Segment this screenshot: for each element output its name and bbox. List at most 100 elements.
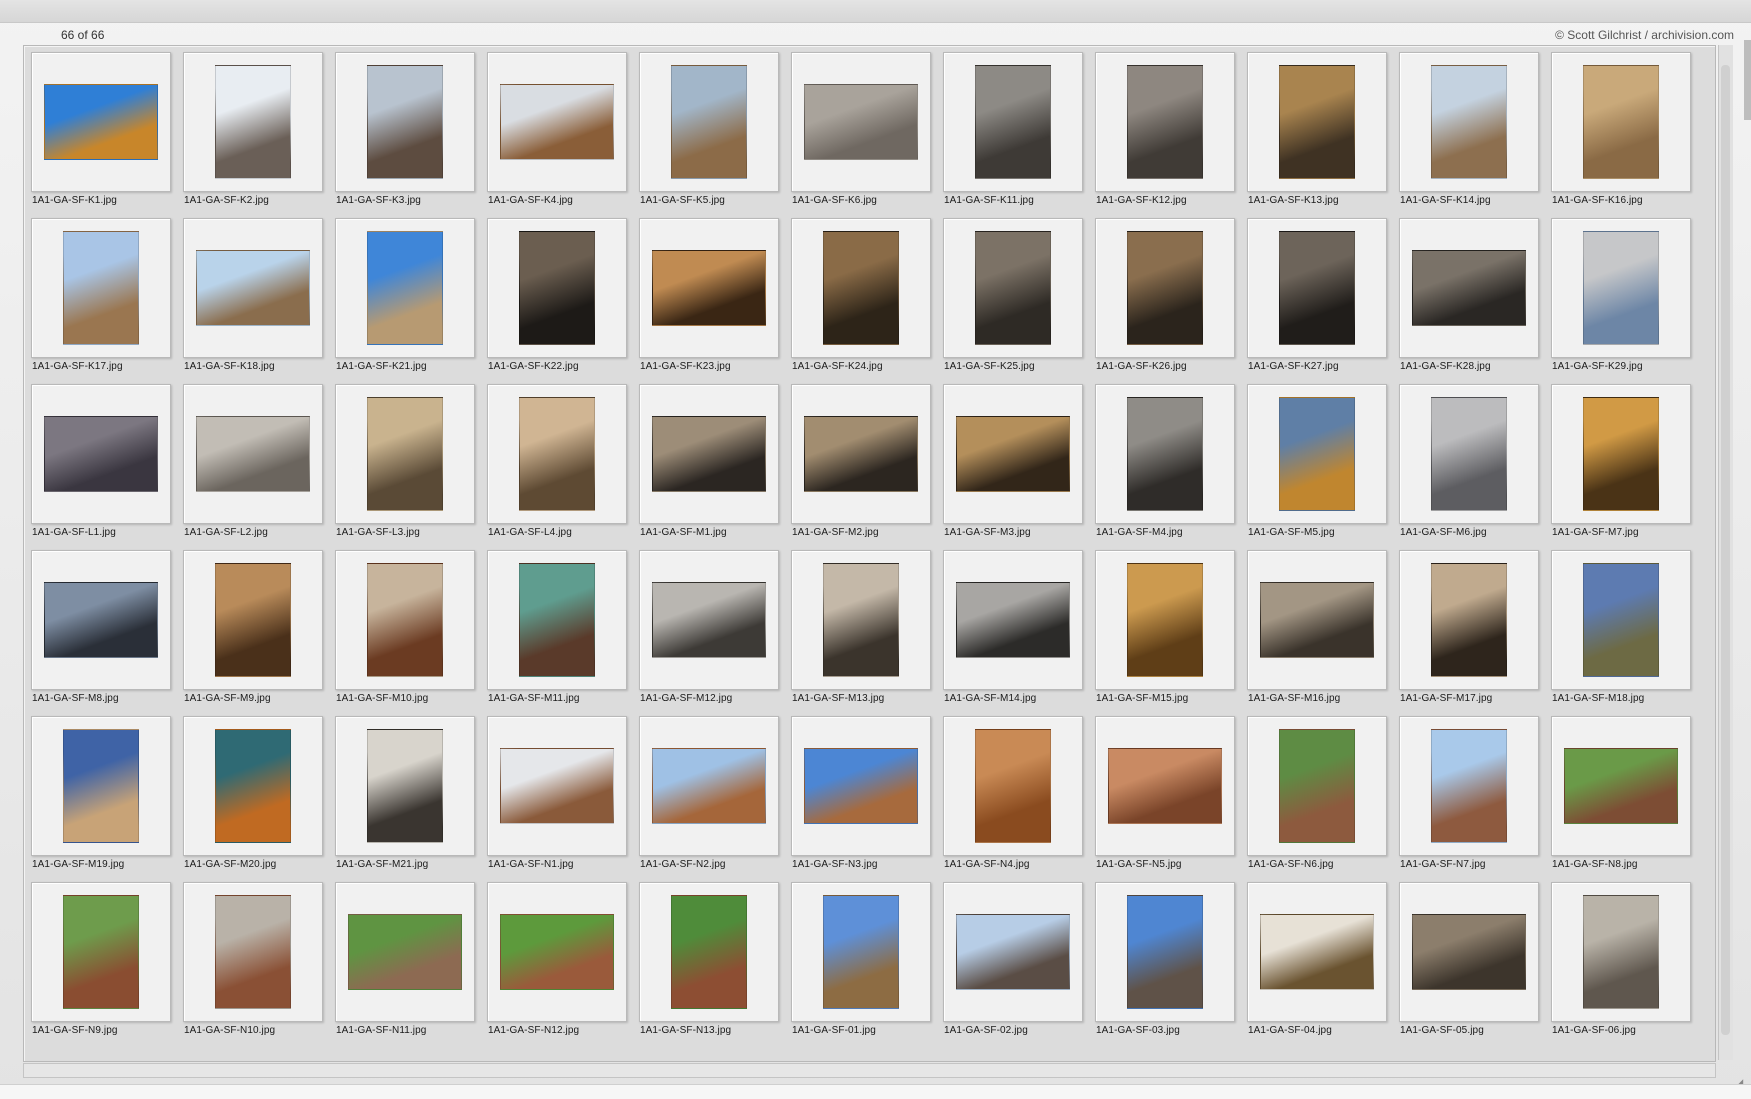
thumbnail-frame[interactable] [1095, 52, 1235, 192]
photo-icon[interactable] [1412, 914, 1526, 990]
thumbnail-frame[interactable] [183, 716, 323, 856]
thumbnail-item[interactable]: 1A1-GA-SF-M20.jpg [183, 716, 335, 882]
photo-icon[interactable] [1279, 729, 1355, 843]
thumbnail-item[interactable]: 1A1-GA-SF-M5.jpg [1247, 384, 1399, 550]
photo-icon[interactable] [1583, 397, 1659, 511]
thumbnail-item[interactable]: 1A1-GA-SF-L4.jpg [487, 384, 639, 550]
thumbnail-item[interactable]: 1A1-GA-SF-M1.jpg [639, 384, 791, 550]
photo-icon[interactable] [215, 729, 291, 843]
photo-icon[interactable] [500, 748, 614, 824]
thumbnail-frame[interactable] [183, 882, 323, 1022]
thumbnail-frame[interactable] [1399, 52, 1539, 192]
photo-icon[interactable] [367, 231, 443, 345]
thumbnail-item[interactable]: 1A1-GA-SF-M17.jpg [1399, 550, 1551, 716]
thumbnail-frame[interactable] [31, 52, 171, 192]
scrollbar-thumb[interactable] [1721, 65, 1730, 1035]
thumbnail-item[interactable]: 1A1-GA-SF-K27.jpg [1247, 218, 1399, 384]
thumbnail-frame[interactable] [1247, 882, 1387, 1022]
thumbnail-frame[interactable] [791, 882, 931, 1022]
thumbnail-frame[interactable] [1399, 384, 1539, 524]
photo-icon[interactable] [1108, 748, 1222, 824]
photo-icon[interactable] [652, 250, 766, 326]
thumbnail-item[interactable]: 1A1-GA-SF-L1.jpg [31, 384, 183, 550]
thumbnail-frame[interactable] [487, 882, 627, 1022]
thumbnail-item[interactable]: 1A1-GA-SF-M2.jpg [791, 384, 943, 550]
photo-icon[interactable] [975, 231, 1051, 345]
thumbnail-frame[interactable] [1399, 716, 1539, 856]
photo-icon[interactable] [823, 563, 899, 677]
thumbnail-frame[interactable] [639, 384, 779, 524]
photo-icon[interactable] [44, 416, 158, 492]
photo-icon[interactable] [367, 397, 443, 511]
thumbnail-frame[interactable] [1551, 716, 1691, 856]
thumbnail-item[interactable]: 1A1-GA-SF-M9.jpg [183, 550, 335, 716]
thumbnail-frame[interactable] [1551, 52, 1691, 192]
thumbnail-item[interactable]: 1A1-GA-SF-N3.jpg [791, 716, 943, 882]
photo-icon[interactable] [652, 416, 766, 492]
thumbnail-item[interactable]: 1A1-GA-SF-N9.jpg [31, 882, 183, 1048]
thumbnail-item[interactable]: 1A1-GA-SF-K28.jpg [1399, 218, 1551, 384]
thumbnail-frame[interactable] [335, 384, 475, 524]
photo-icon[interactable] [1279, 397, 1355, 511]
thumbnail-item[interactable]: 1A1-GA-SF-L3.jpg [335, 384, 487, 550]
photo-icon[interactable] [519, 563, 595, 677]
thumbnail-frame[interactable] [487, 550, 627, 690]
photo-icon[interactable] [1127, 895, 1203, 1009]
thumbnail-item[interactable]: 1A1-GA-SF-M14.jpg [943, 550, 1095, 716]
thumbnail-item[interactable]: 1A1-GA-SF-L2.jpg [183, 384, 335, 550]
thumbnail-frame[interactable] [31, 882, 171, 1022]
thumbnail-item[interactable]: 1A1-GA-SF-06.jpg [1551, 882, 1703, 1048]
thumbnail-frame[interactable] [335, 716, 475, 856]
photo-icon[interactable] [63, 231, 139, 345]
photo-icon[interactable] [500, 914, 614, 990]
thumbnail-item[interactable]: 1A1-GA-SF-M11.jpg [487, 550, 639, 716]
thumbnail-frame[interactable] [1551, 218, 1691, 358]
photo-icon[interactable] [652, 748, 766, 824]
photo-icon[interactable] [348, 914, 462, 990]
thumbnail-frame[interactable] [1399, 882, 1539, 1022]
photo-icon[interactable] [367, 729, 443, 843]
thumbnail-frame[interactable] [943, 384, 1083, 524]
thumbnail-frame[interactable] [791, 218, 931, 358]
thumbnail-item[interactable]: 1A1-GA-SF-04.jpg [1247, 882, 1399, 1048]
thumbnail-item[interactable]: 1A1-GA-SF-N6.jpg [1247, 716, 1399, 882]
thumbnail-item[interactable]: 1A1-GA-SF-N8.jpg [1551, 716, 1703, 882]
thumbnail-frame[interactable] [1247, 52, 1387, 192]
thumbnail-frame[interactable] [487, 52, 627, 192]
photo-icon[interactable] [823, 895, 899, 1009]
thumbnail-frame[interactable] [183, 384, 323, 524]
photo-icon[interactable] [1279, 65, 1355, 179]
thumbnail-item[interactable]: 1A1-GA-SF-K3.jpg [335, 52, 487, 218]
thumbnail-frame[interactable] [31, 218, 171, 358]
photo-icon[interactable] [367, 563, 443, 677]
thumbnail-frame[interactable] [791, 716, 931, 856]
thumbnail-item[interactable]: 1A1-GA-SF-K13.jpg [1247, 52, 1399, 218]
thumbnail-frame[interactable] [487, 218, 627, 358]
thumbnail-item[interactable]: 1A1-GA-SF-K22.jpg [487, 218, 639, 384]
thumbnail-item[interactable]: 1A1-GA-SF-M19.jpg [31, 716, 183, 882]
photo-icon[interactable] [956, 582, 1070, 658]
thumbnail-item[interactable]: 1A1-GA-SF-K25.jpg [943, 218, 1095, 384]
photo-icon[interactable] [671, 895, 747, 1009]
thumbnail-item[interactable]: 1A1-GA-SF-N1.jpg [487, 716, 639, 882]
thumbnail-item[interactable]: 1A1-GA-SF-K23.jpg [639, 218, 791, 384]
photo-icon[interactable] [1564, 748, 1678, 824]
photo-icon[interactable] [519, 397, 595, 511]
photo-icon[interactable] [196, 250, 310, 326]
thumbnail-frame[interactable] [943, 716, 1083, 856]
thumbnail-frame[interactable] [943, 882, 1083, 1022]
photo-icon[interactable] [956, 416, 1070, 492]
thumbnail-item[interactable]: 1A1-GA-SF-K17.jpg [31, 218, 183, 384]
photo-icon[interactable] [1431, 397, 1507, 511]
thumbnail-item[interactable]: 1A1-GA-SF-K18.jpg [183, 218, 335, 384]
thumbnail-frame[interactable] [1095, 716, 1235, 856]
photo-icon[interactable] [804, 748, 918, 824]
photo-icon[interactable] [804, 416, 918, 492]
thumbnail-item[interactable]: 1A1-GA-SF-M6.jpg [1399, 384, 1551, 550]
thumbnail-item[interactable]: 1A1-GA-SF-K4.jpg [487, 52, 639, 218]
photo-icon[interactable] [500, 84, 614, 160]
thumbnail-item[interactable]: 1A1-GA-SF-01.jpg [791, 882, 943, 1048]
thumbnail-item[interactable]: 1A1-GA-SF-K14.jpg [1399, 52, 1551, 218]
thumbnail-item[interactable]: 1A1-GA-SF-02.jpg [943, 882, 1095, 1048]
thumbnail-frame[interactable] [183, 550, 323, 690]
